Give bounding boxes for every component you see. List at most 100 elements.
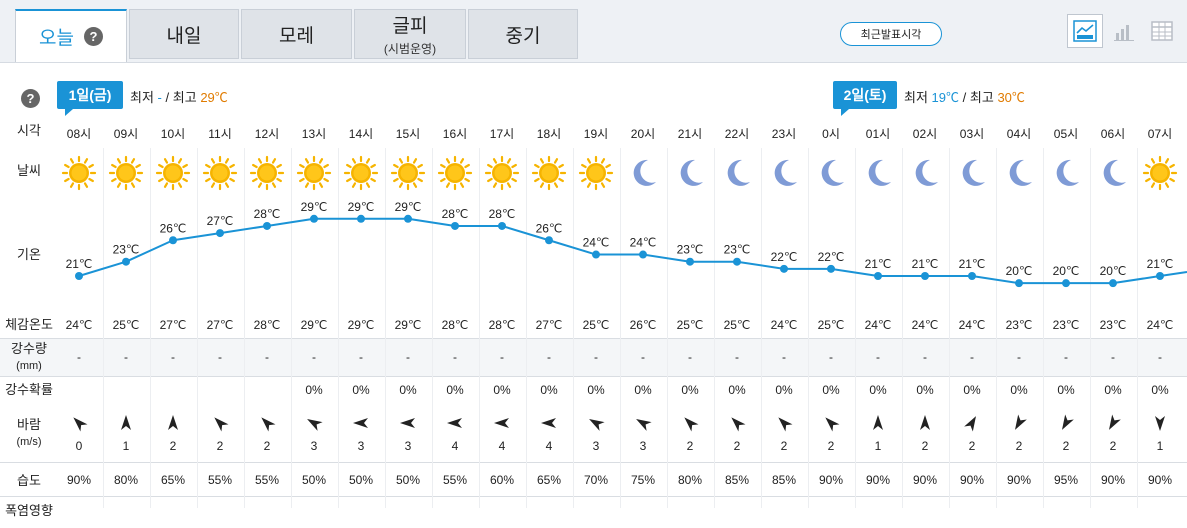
help-icon[interactable]: ? (21, 89, 40, 108)
row-label-precip-text: 강수량 (11, 341, 47, 356)
wind-speed-value: 2 (216, 439, 224, 453)
moon-icon (1009, 159, 1032, 186)
wind-arrow-ne-icon (1062, 414, 1074, 430)
temperature-point (498, 221, 506, 230)
temperature-point (169, 236, 177, 245)
day1-badge: 1일(금) (57, 81, 123, 116)
temperature-label: 20℃ (1006, 264, 1033, 278)
hour-label: 06시 (1100, 127, 1126, 141)
humidity-value: 85% (771, 473, 797, 487)
wind-speed-value: 3 (310, 439, 318, 453)
feels-like-value: 27℃ (159, 318, 187, 332)
precip-prob-value: 0% (446, 383, 464, 397)
feels-like-value: 25℃ (582, 318, 610, 332)
precip-prob-value: 0% (493, 383, 511, 397)
temperature-point (263, 221, 271, 230)
wind-speed-value: 1 (122, 439, 130, 453)
hour-label: 19시 (583, 127, 609, 141)
precip-value: - (218, 350, 222, 364)
divider (0, 496, 1187, 497)
question-icon[interactable]: ? (83, 27, 103, 46)
moon-icon (727, 159, 750, 186)
temperature-label: 23℃ (724, 243, 751, 257)
wind-arrow-se-icon (731, 417, 746, 432)
temperature-point (1109, 279, 1117, 288)
tab-third-day-sub: (시범운영) (383, 42, 437, 56)
moon-icon (1103, 159, 1126, 186)
wind-speed-value: 2 (921, 439, 929, 453)
humidity-value: 95% (1053, 473, 1079, 487)
wind-arrow-e-icon (353, 418, 368, 428)
humidity-value: 60% (489, 473, 515, 487)
precip-prob-value: 0% (399, 383, 417, 397)
precip-prob-value: 0% (681, 383, 699, 397)
tab-midterm[interactable]: 중기 (468, 9, 578, 59)
tab-day-after[interactable]: 모레 (241, 9, 352, 59)
temperature-label: 21℃ (1147, 257, 1174, 271)
precip-prob-value: 0% (916, 383, 934, 397)
recent-announce-button[interactable]: 최근발표시각 (840, 22, 942, 46)
view-table-button[interactable] (1144, 14, 1180, 48)
temperature-label: 21℃ (865, 257, 892, 271)
hour-label: 12시 (254, 127, 280, 141)
wind-arrow-e-icon (400, 418, 415, 428)
humidity-value: 80% (677, 473, 703, 487)
temperature-point (592, 250, 600, 259)
feels-like-value: 24℃ (1146, 318, 1174, 332)
temperature-point (1015, 279, 1023, 288)
tab-tomorrow[interactable]: 내일 (129, 9, 239, 59)
precip-value: - (453, 350, 457, 364)
humidity-value: 90% (1147, 473, 1173, 487)
row-label-wind-text: 바람 (17, 417, 41, 432)
feels-like-value: 28℃ (253, 318, 281, 332)
row-label-wind: 바람 (m/s) (0, 418, 58, 449)
hour-label: 08시 (66, 127, 92, 141)
wind-speed-value: 2 (169, 439, 177, 453)
temperature-label: 26℃ (536, 221, 563, 235)
feels-like-value: 25℃ (676, 318, 704, 332)
feels-like-value: 24℃ (958, 318, 986, 332)
sun-icon (61, 155, 97, 191)
temperature-point (216, 229, 224, 238)
humidity-value: 50% (395, 473, 421, 487)
feels-like-value: 29℃ (394, 318, 422, 332)
temperature-line (78, 217, 1187, 285)
wind-arrow-se-icon (73, 417, 88, 432)
tab-third-day-label: 글피 (392, 16, 428, 37)
view-graph-button[interactable] (1067, 14, 1103, 48)
feels-like-value: 23℃ (1099, 318, 1127, 332)
moon-icon (680, 159, 703, 186)
tab-today[interactable]: 오늘 ? (15, 9, 127, 62)
humidity-value: 80% (113, 473, 139, 487)
feels-like-value: 24℃ (911, 318, 939, 332)
hour-label: 02시 (912, 127, 938, 141)
row-label-precip-unit: (mm) (16, 360, 42, 372)
temperature-point (639, 250, 647, 259)
feels-like-value: 26℃ (629, 318, 657, 332)
wind-speed-value: 2 (1015, 439, 1023, 453)
divider (0, 338, 1187, 339)
tab-third-day[interactable]: 글피 (시범운영) (354, 9, 466, 59)
wind-speed-value: 2 (733, 439, 741, 453)
precip-prob-value: 0% (634, 383, 652, 397)
humidity-value: 70% (583, 473, 609, 487)
moon-icon (821, 159, 844, 186)
hour-label: 03시 (959, 127, 985, 141)
feels-like-value: 24℃ (65, 318, 93, 332)
view-bar-button[interactable] (1106, 14, 1142, 48)
temperature-label: 21℃ (66, 257, 93, 271)
precip-prob-value: 0% (963, 383, 981, 397)
precip-value: - (312, 350, 316, 364)
wind-speed-value: 2 (827, 439, 835, 453)
precip-prob-value: 0% (728, 383, 746, 397)
humidity-value: 90% (865, 473, 891, 487)
humidity-value: 90% (66, 473, 92, 487)
hour-label: 18시 (536, 127, 562, 141)
humidity-value: 50% (348, 473, 374, 487)
sun-icon (343, 155, 379, 191)
temperature-point (75, 272, 83, 280)
moon-icon (962, 159, 985, 186)
humidity-value: 65% (160, 473, 186, 487)
temperature-point (686, 257, 694, 266)
wind-speed-value: 3 (404, 439, 412, 453)
